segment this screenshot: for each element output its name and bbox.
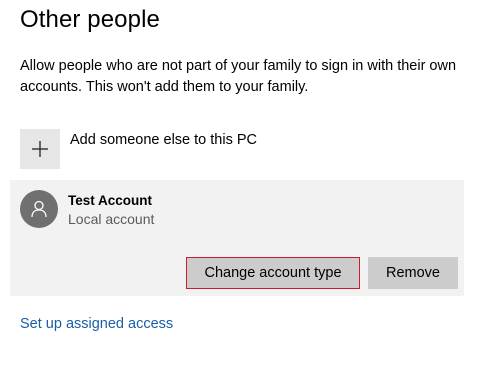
section-description: Allow people who are not part of your fa… bbox=[20, 58, 457, 95]
page-title: Other people bbox=[20, 6, 160, 33]
user-icon bbox=[31, 200, 47, 218]
avatar bbox=[20, 190, 58, 228]
remove-button[interactable]: Remove bbox=[368, 257, 458, 289]
change-account-type-button[interactable]: Change account type bbox=[186, 257, 360, 289]
account-name: Test Account bbox=[68, 193, 153, 208]
set-up-assigned-access-link[interactable]: Set up assigned access bbox=[20, 316, 173, 332]
add-someone-label[interactable]: Add someone else to this PC bbox=[70, 132, 257, 148]
add-tile[interactable] bbox=[20, 129, 60, 169]
add-someone-button[interactable]: Add someone else to this PC bbox=[20, 129, 257, 169]
account-item[interactable]: Test Account Local account Change accoun… bbox=[10, 180, 464, 296]
plus-icon bbox=[32, 141, 48, 157]
other-people-page: Other people Allow people who are not pa… bbox=[0, 0, 500, 377]
account-type: Local account bbox=[68, 211, 155, 227]
